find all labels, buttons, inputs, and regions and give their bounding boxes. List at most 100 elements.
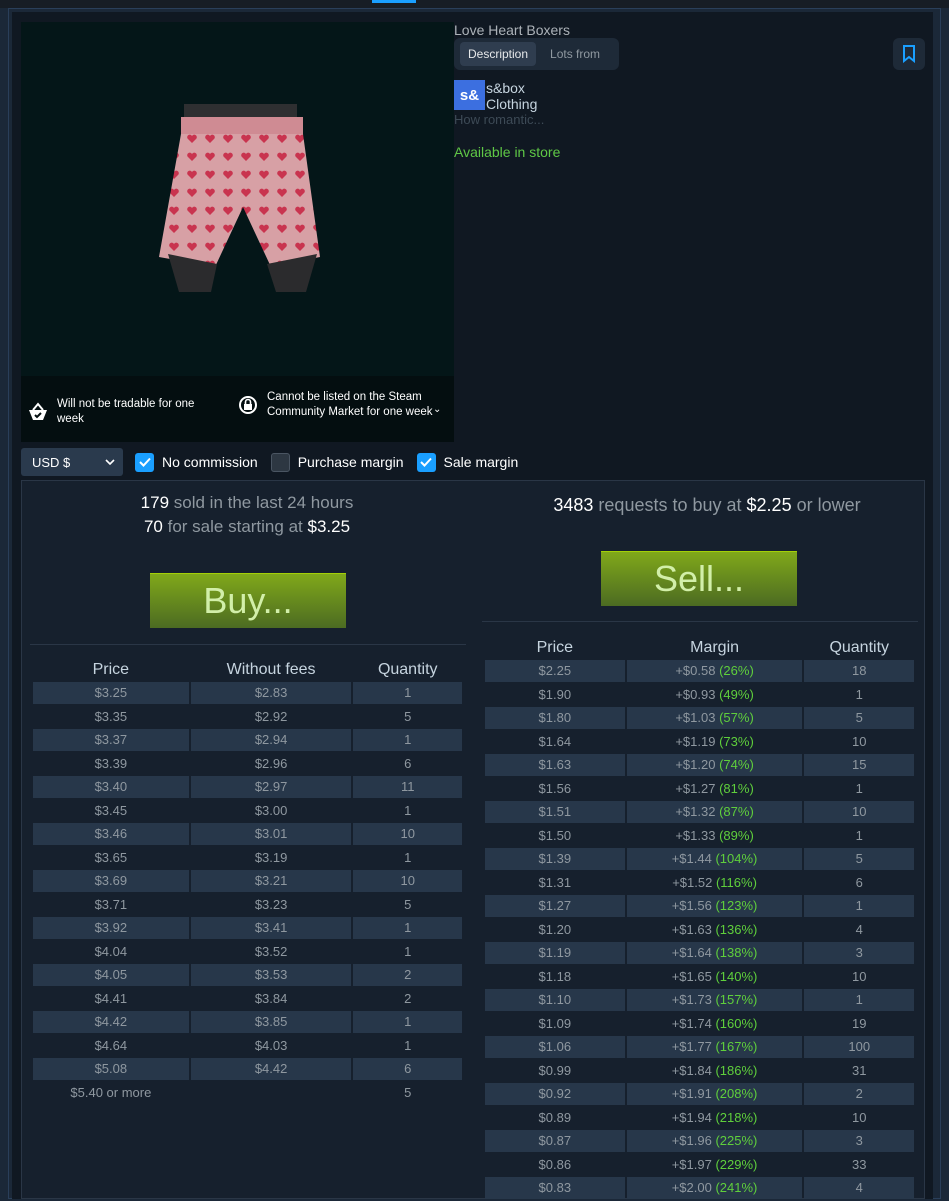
- buy-button[interactable]: Buy...: [150, 573, 346, 628]
- margin-percent: (229%): [715, 1156, 758, 1172]
- margin-cell: +$1.63 (136%): [627, 919, 803, 941]
- margin-cell: +$1.19 (73%): [627, 731, 803, 753]
- column-header: Margin: [690, 638, 740, 656]
- without-fees-cell: $3.00: [254, 802, 288, 818]
- quantity-cell: 1: [353, 1011, 462, 1033]
- quantity-cell: 1: [404, 802, 412, 818]
- quantity-cell: 3: [804, 1130, 914, 1152]
- margin-cell: +$1.94 (218%): [627, 1107, 803, 1129]
- without-fees-cell: $3.85: [190, 1011, 352, 1033]
- for-sale-text: for sale starting at: [167, 517, 303, 536]
- table-row: $3.37 $2.94 1: [33, 729, 462, 751]
- price-cell: $1.56: [538, 780, 572, 796]
- without-fees-cell: $3.84: [254, 990, 288, 1006]
- quantity-cell: 1: [353, 682, 462, 704]
- quantity-cell: 1: [404, 943, 412, 959]
- tab-description[interactable]: Description: [460, 42, 537, 66]
- table-row: $5.08 $4.42 6: [33, 1058, 462, 1080]
- margin-cell: +$0.58 (26%): [626, 660, 803, 682]
- app-info: s&box Clothing: [486, 80, 537, 112]
- buy-summary: 3483 requests to buy at $2.25 or lower: [492, 493, 922, 517]
- tab-lots-from[interactable]: Lots from: [542, 42, 608, 66]
- quantity-cell: 1: [804, 895, 914, 917]
- quantity-cell: 5: [804, 848, 914, 870]
- margin-percent: (89%): [719, 827, 754, 843]
- margin-percent: (225%): [715, 1133, 758, 1149]
- margin-cell: +$1.97 (229%): [627, 1154, 803, 1176]
- basket-lock-icon: [27, 401, 49, 423]
- price-cell: $2.25: [485, 660, 625, 682]
- market-notice: Cannot be listed on the Steam Community …: [237, 390, 447, 420]
- margin-amount: +$1.32: [675, 804, 716, 820]
- table-row: $3.65 $3.19 1: [33, 847, 462, 869]
- currency-select[interactable]: USD $: [21, 448, 123, 476]
- margin-amount: +$1.91: [671, 1086, 712, 1102]
- checkbox-unchecked-icon[interactable]: [270, 452, 290, 472]
- quantity-cell: 6: [353, 1058, 462, 1080]
- quantity-cell: 5: [404, 708, 412, 724]
- sold-text: sold in the last 24 hours: [173, 493, 354, 512]
- table-row: $0.99 +$1.84 (186%) 31: [485, 1060, 914, 1082]
- item-title: Love Heart Boxers: [454, 22, 570, 38]
- quantity-cell: 1: [804, 989, 914, 1011]
- table-row: $3.40 $2.97 11: [33, 776, 462, 798]
- quantity-cell: 10: [353, 823, 462, 845]
- without-fees-cell: $3.23: [254, 896, 288, 912]
- table-row: $3.92 $3.41 1: [33, 917, 462, 939]
- quantity-cell: 10: [852, 1109, 867, 1125]
- app-logo: s&: [454, 80, 485, 110]
- start-price: $3.25: [307, 517, 351, 536]
- price-cell: $4.05: [33, 964, 189, 986]
- table-row: $1.51 +$1.32 (87%) 10: [485, 801, 914, 823]
- margin-percent: (167%): [715, 1039, 758, 1055]
- quantity-cell: 4: [855, 921, 863, 937]
- table-row: $3.69 $3.21 10: [33, 870, 462, 892]
- table-row: $1.50 +$1.33 (89%) 1: [485, 825, 914, 847]
- without-fees-cell: $3.53: [190, 964, 352, 986]
- quantity-cell: 33: [852, 1156, 867, 1172]
- margin-cell: +$1.96 (225%): [626, 1130, 803, 1152]
- price-cell: $5.40 or more: [70, 1084, 152, 1100]
- margin-cell: +$1.77 (167%): [626, 1036, 803, 1058]
- quantity-cell: 6: [404, 755, 412, 771]
- margin-amount: +$1.20: [675, 757, 716, 773]
- margin-amount: +$1.03: [675, 710, 716, 726]
- table-row: $1.56 +$1.27 (81%) 1: [485, 778, 914, 800]
- without-fees-cell: $3.01: [190, 823, 352, 845]
- column-header: Quantity: [377, 660, 438, 678]
- table-header: Price Without fees Quantity: [33, 659, 462, 680]
- price-cell: $3.35: [94, 708, 128, 724]
- request-price: $2.25: [746, 495, 792, 515]
- bookmark-button[interactable]: [893, 38, 925, 70]
- margin-cell: +$1.56 (123%): [626, 895, 803, 917]
- sale-margin-checkbox[interactable]: Sale margin: [416, 452, 518, 472]
- requests-text: requests to buy at: [598, 495, 742, 515]
- margin-percent: (49%): [719, 686, 754, 702]
- margin-amount: +$1.96: [671, 1133, 712, 1149]
- quantity-cell: 19: [852, 1015, 867, 1031]
- margin-amount: +$1.77: [671, 1039, 712, 1055]
- margin-cell: +$1.44 (104%): [626, 848, 803, 870]
- price-cell: $3.39: [94, 755, 128, 771]
- checkbox-checked-icon[interactable]: [135, 452, 154, 472]
- column-header: Price: [536, 638, 574, 656]
- quantity-cell: 1: [855, 780, 863, 796]
- column-header: Price: [92, 660, 130, 678]
- no-commission-checkbox[interactable]: No commission: [135, 452, 258, 472]
- margin-amount: +$1.73: [671, 992, 712, 1008]
- checkbox-checked-icon[interactable]: [416, 452, 436, 472]
- table-row: $1.27 +$1.56 (123%) 1: [485, 895, 914, 917]
- chevron-down-icon[interactable]: ⌄: [433, 404, 441, 415]
- purchase-margin-checkbox[interactable]: Purchase margin: [270, 452, 404, 472]
- sell-button[interactable]: Sell...: [601, 551, 797, 606]
- margin-amount: +$1.64: [671, 945, 712, 961]
- chevron-down-icon: [105, 459, 115, 465]
- price-cell: $1.31: [538, 874, 572, 890]
- margin-amount: +$2.00: [671, 1180, 712, 1196]
- divider: [482, 621, 918, 622]
- quantity-cell: 2: [804, 1083, 914, 1105]
- table-row: $1.20 +$1.63 (136%) 4: [485, 919, 914, 941]
- price-cell: $5.08: [33, 1058, 189, 1080]
- price-cell: $1.19: [485, 942, 625, 964]
- margin-amount: +$1.56: [671, 898, 712, 914]
